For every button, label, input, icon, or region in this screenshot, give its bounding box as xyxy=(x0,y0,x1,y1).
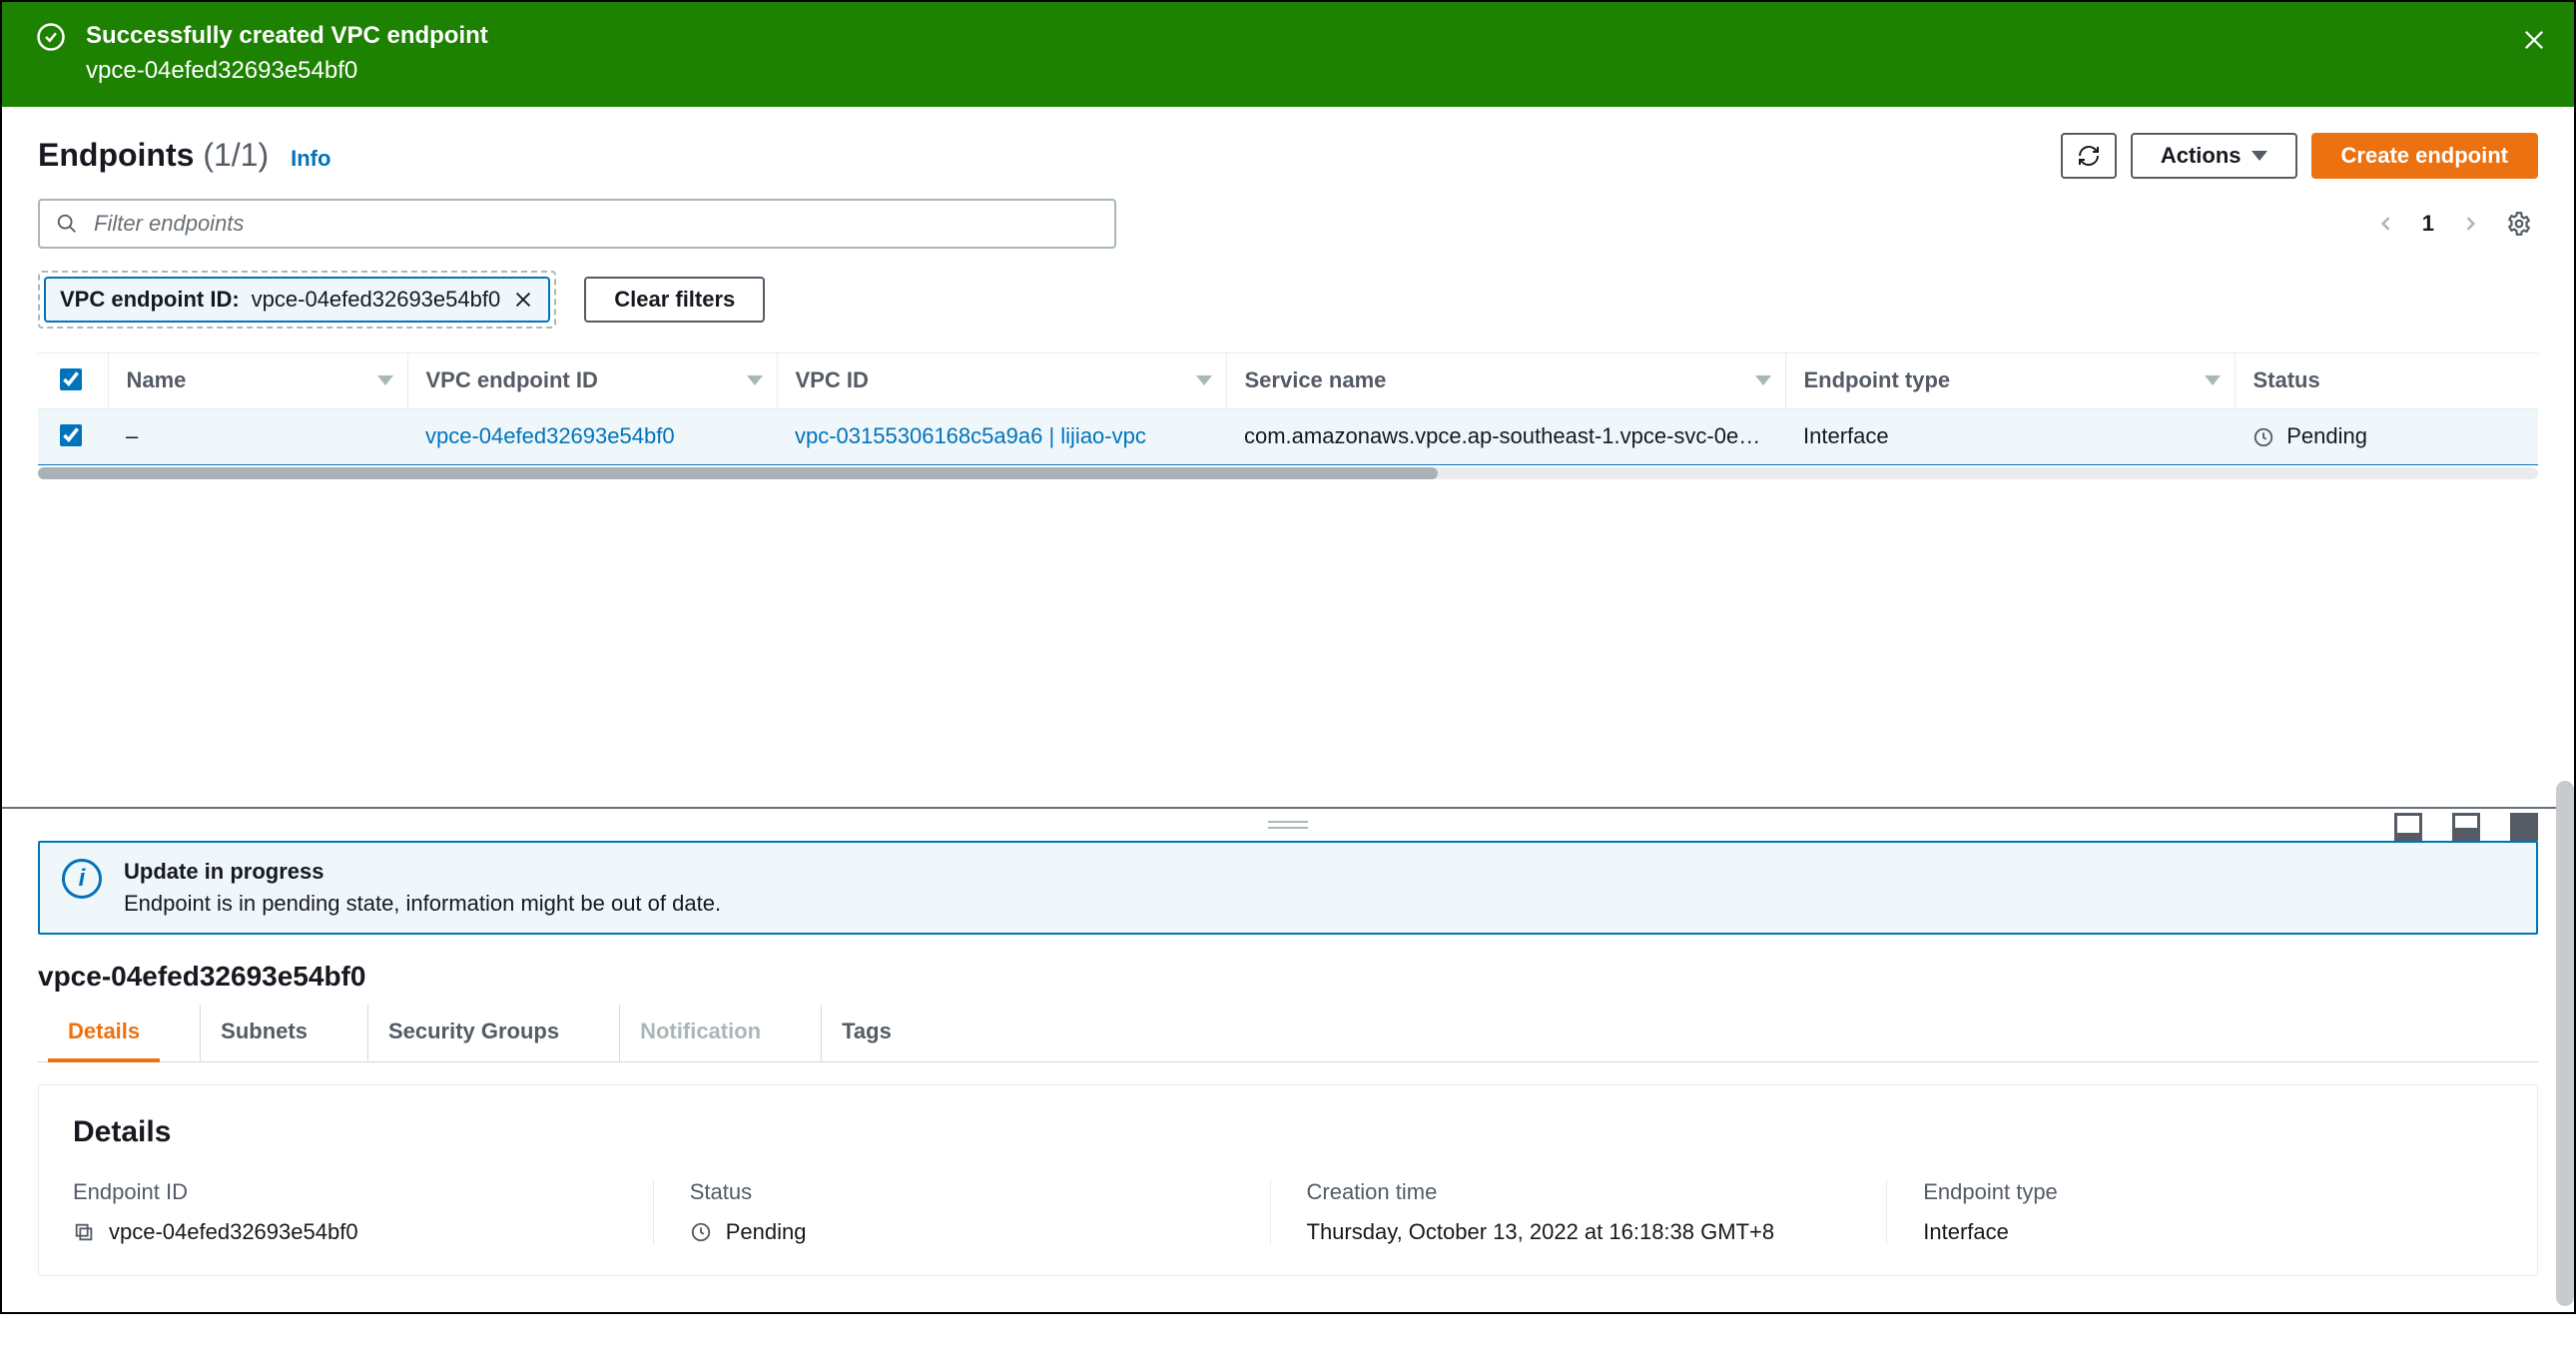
cell-service-name: com.amazonaws.vpce.ap-southeast-1.vpce-s… xyxy=(1226,408,1785,464)
alert-body: Endpoint is in pending state, informatio… xyxy=(124,891,721,917)
banner-subtitle: vpce-04efed32693e54bf0 xyxy=(86,57,488,85)
cell-name: – xyxy=(108,408,407,464)
details-card: Details Endpoint ID vpce-04efed32693e54b… xyxy=(38,1084,2538,1276)
cell-endpoint-id-link[interactable]: vpce-04efed32693e54bf0 xyxy=(425,423,675,448)
tab-subnets[interactable]: Subnets xyxy=(200,1005,327,1061)
tab-security-groups[interactable]: Security Groups xyxy=(367,1005,579,1061)
cell-vpc-id-link[interactable]: vpc-03155306168c5a9a6 | lijiao-vpc xyxy=(795,423,1146,448)
success-check-icon xyxy=(36,22,66,52)
cell-status: Pending xyxy=(2235,408,2538,464)
creation-time-value: Thursday, October 13, 2022 at 16:18:38 G… xyxy=(1307,1219,1775,1245)
settings-icon[interactable] xyxy=(2506,211,2532,237)
pager-page: 1 xyxy=(2422,211,2434,237)
col-name[interactable]: Name xyxy=(108,353,407,409)
info-link[interactable]: Info xyxy=(291,146,330,172)
creation-time-label: Creation time xyxy=(1307,1179,1851,1205)
actions-dropdown[interactable]: Actions xyxy=(2131,133,2297,179)
pane-size-full-icon[interactable] xyxy=(2510,813,2538,841)
detail-endpoint-id-heading: vpce-04efed32693e54bf0 xyxy=(38,961,2538,993)
refresh-icon xyxy=(2077,144,2101,168)
endpoint-id-label: Endpoint ID xyxy=(73,1179,617,1205)
tab-tags[interactable]: Tags xyxy=(821,1005,912,1061)
selection-count: (1/1) xyxy=(203,137,269,173)
status-label: Status xyxy=(690,1179,1234,1205)
update-in-progress-alert: i Update in progress Endpoint is in pend… xyxy=(38,841,2538,935)
tab-details[interactable]: Details xyxy=(48,1005,160,1062)
banner-title: Successfully created VPC endpoint xyxy=(86,22,488,51)
caret-down-icon xyxy=(2252,151,2267,161)
pending-icon xyxy=(690,1221,712,1243)
col-vpc-id[interactable]: VPC ID xyxy=(777,353,1226,409)
pane-size-half-icon[interactable] xyxy=(2452,813,2480,841)
endpoints-table: Name VPC endpoint ID VPC ID Service name… xyxy=(38,353,2538,465)
pending-icon xyxy=(2253,426,2274,448)
remove-filter-icon[interactable] xyxy=(512,289,534,311)
endpoint-type-value: Interface xyxy=(1923,1219,2009,1245)
cell-endpoint-type: Interface xyxy=(1785,408,2235,464)
table-row[interactable]: – vpce-04efed32693e54bf0 vpc-03155306168… xyxy=(38,408,2538,464)
col-service-name[interactable]: Service name xyxy=(1226,353,1785,409)
pager-next[interactable] xyxy=(2460,214,2480,234)
pager-prev[interactable] xyxy=(2376,214,2396,234)
row-checkbox[interactable] xyxy=(60,424,82,446)
refresh-button[interactable] xyxy=(2061,133,2117,179)
endpoint-type-label: Endpoint type xyxy=(1923,1179,2467,1205)
copy-icon[interactable] xyxy=(73,1221,95,1243)
endpoint-id-value: vpce-04efed32693e54bf0 xyxy=(109,1219,358,1245)
pane-splitter[interactable] xyxy=(2,809,2574,841)
detail-tabs: Details Subnets Security Groups Notifica… xyxy=(38,1005,2538,1062)
clear-filters-button[interactable]: Clear filters xyxy=(584,277,765,323)
page-title: Endpoints (1/1) xyxy=(38,137,269,174)
drag-handle-icon[interactable] xyxy=(1268,821,1308,829)
status-value: Pending xyxy=(726,1219,807,1245)
search-icon xyxy=(56,213,78,235)
pane-size-small-icon[interactable] xyxy=(2394,813,2422,841)
info-icon: i xyxy=(62,859,102,899)
col-endpoint-type[interactable]: Endpoint type xyxy=(1785,353,2235,409)
filter-token-vpc-endpoint-id[interactable]: VPC endpoint ID: vpce-04efed32693e54bf0 xyxy=(44,277,550,323)
close-icon[interactable] xyxy=(2520,26,2548,54)
horizontal-scrollbar[interactable] xyxy=(38,467,2538,479)
search-input[interactable] xyxy=(92,210,1098,238)
success-banner: Successfully created VPC endpoint vpce-0… xyxy=(2,2,2574,107)
sort-icon xyxy=(377,375,393,385)
search-input-wrapper[interactable] xyxy=(38,199,1116,249)
details-card-title: Details xyxy=(73,1115,2503,1149)
select-all-checkbox[interactable] xyxy=(60,368,82,390)
col-status[interactable]: Status xyxy=(2235,353,2538,409)
alert-title: Update in progress xyxy=(124,859,721,885)
tab-notification: Notification xyxy=(619,1005,781,1061)
col-endpoint-id[interactable]: VPC endpoint ID xyxy=(407,353,777,409)
create-endpoint-button[interactable]: Create endpoint xyxy=(2311,133,2538,179)
